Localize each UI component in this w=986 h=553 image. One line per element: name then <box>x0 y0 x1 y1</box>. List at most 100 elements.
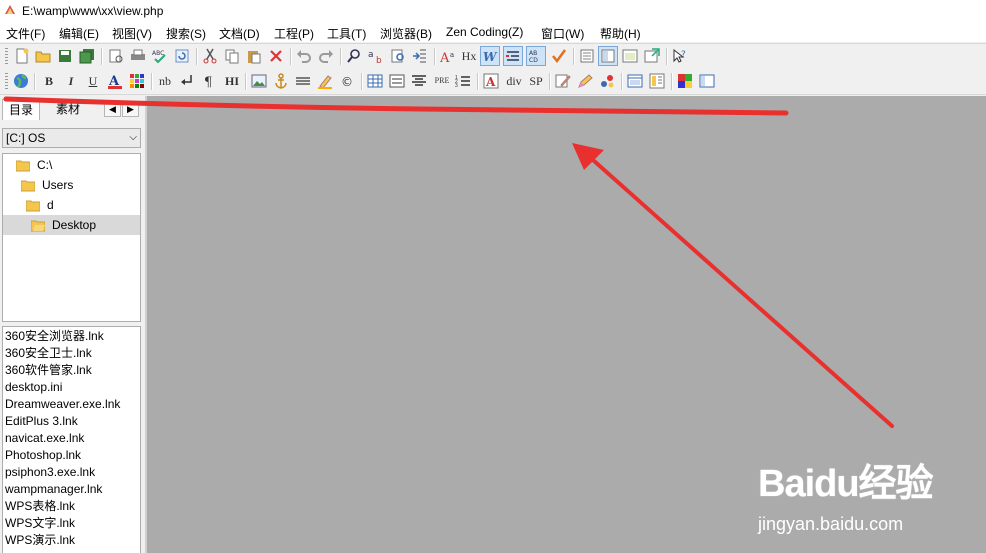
heading-button[interactable]: HI <box>221 73 243 89</box>
tree-node[interactable]: C:\ <box>16 155 136 175</box>
external-browser-icon[interactable] <box>642 46 662 66</box>
tree-node[interactable]: d <box>26 195 136 215</box>
paste-icon[interactable] <box>244 46 264 66</box>
list-item[interactable]: WPS文字.lnk <box>5 515 75 532</box>
list-item[interactable]: 360安全浏览器.lnk <box>5 328 104 345</box>
script-icon[interactable] <box>597 71 617 91</box>
list-item[interactable]: 360安全卫士.lnk <box>5 345 92 362</box>
color-picker-icon[interactable] <box>675 71 695 91</box>
check-icon[interactable] <box>549 46 569 66</box>
anchor-icon[interactable] <box>271 71 291 91</box>
bold-button[interactable]: B <box>39 73 59 89</box>
list-item[interactable]: navicat.exe.lnk <box>5 430 84 447</box>
list-item[interactable]: desktop.ini <box>5 379 62 396</box>
copy-icon[interactable] <box>222 46 242 66</box>
menu-window[interactable]: 窗口(W) <box>541 25 584 42</box>
redo-icon[interactable] <box>316 46 336 66</box>
column-marker-icon[interactable]: AB CD <box>526 46 546 66</box>
new-file-icon[interactable] <box>12 46 32 66</box>
menu-document[interactable]: 文档(D) <box>219 25 260 42</box>
font-color-icon[interactable]: A <box>105 71 125 91</box>
tree-node[interactable]: Users <box>21 175 136 195</box>
open-file-icon[interactable] <box>33 46 53 66</box>
copyright-icon[interactable]: © <box>337 71 357 91</box>
view-split-icon[interactable] <box>598 46 618 66</box>
word-wrap-icon[interactable]: W <box>480 46 500 66</box>
nbsp-button[interactable]: nb <box>155 73 175 89</box>
menu-file[interactable]: 文件(F) <box>6 25 45 42</box>
globe-icon[interactable] <box>11 71 31 91</box>
edit-style-icon[interactable] <box>553 71 573 91</box>
svg-text:A: A <box>485 75 496 89</box>
replace-icon[interactable]: ab <box>366 46 386 66</box>
spell-check-icon[interactable]: ABC <box>150 46 170 66</box>
find-icon[interactable] <box>344 46 364 66</box>
form-icon[interactable] <box>387 71 407 91</box>
print-icon[interactable] <box>128 46 148 66</box>
save-icon[interactable] <box>55 46 75 66</box>
image-icon[interactable] <box>249 71 269 91</box>
toolbar-grip[interactable] <box>5 73 8 90</box>
cut-icon[interactable] <box>200 46 220 66</box>
frame-icon[interactable] <box>625 71 645 91</box>
font-icon[interactable]: Aa <box>438 46 458 66</box>
panel-toggle-icon[interactable] <box>697 71 717 91</box>
menu-search[interactable]: 搜索(S) <box>166 25 206 42</box>
menu-edit[interactable]: 编辑(E) <box>59 25 99 42</box>
color-palette-icon[interactable] <box>127 71 147 91</box>
italic-button[interactable]: I <box>61 73 81 89</box>
center-align-icon[interactable] <box>409 71 429 91</box>
table-icon[interactable] <box>365 71 385 91</box>
list-item[interactable]: Dreamweaver.exe.lnk <box>5 396 120 413</box>
view-normal-icon[interactable] <box>577 46 597 66</box>
menu-project[interactable]: 工程(P) <box>274 25 314 42</box>
font-tag-icon[interactable]: A <box>481 71 501 91</box>
tab-directory[interactable]: 目录 <box>2 99 41 120</box>
highlight-icon[interactable] <box>315 71 335 91</box>
undo-icon[interactable] <box>294 46 314 66</box>
goto-line-icon[interactable] <box>410 46 430 66</box>
list-item[interactable]: WPS演示.lnk <box>5 532 75 549</box>
help-pointer-icon[interactable]: ? <box>670 46 690 66</box>
layout-icon[interactable] <box>647 71 667 91</box>
list-item[interactable]: WPS表格.lnk <box>5 498 75 515</box>
delete-icon[interactable] <box>266 46 286 66</box>
line-break-icon[interactable] <box>177 71 197 91</box>
tab-assets[interactable]: 素材 <box>50 99 86 119</box>
span-button[interactable]: SP <box>525 73 547 89</box>
div-button[interactable]: div <box>503 73 525 89</box>
list-item[interactable]: Photoshop.lnk <box>5 447 81 464</box>
menu-zen-coding[interactable]: Zen Coding(Z) <box>446 25 523 39</box>
menu-view[interactable]: 视图(V) <box>112 25 152 42</box>
save-all-icon[interactable] <box>77 46 97 66</box>
hx-text[interactable]: Hx <box>459 48 479 64</box>
tree-node-selected[interactable]: Desktop <box>3 215 140 235</box>
toolbar-grip[interactable] <box>5 48 8 65</box>
list-item[interactable]: wampmanager.lnk <box>5 481 102 498</box>
horizontal-rule-icon[interactable] <box>293 71 313 91</box>
list-icon[interactable]: 123 <box>453 71 473 91</box>
folder-tree: C:\ Users d Desktop <box>2 153 141 322</box>
svg-text:?: ? <box>681 50 686 60</box>
menu-help[interactable]: 帮助(H) <box>600 25 641 42</box>
browser-preview-icon[interactable] <box>620 46 640 66</box>
tree-node-label: C:\ <box>37 158 53 172</box>
print-preview-icon[interactable] <box>106 46 126 66</box>
list-item[interactable]: 360软件管家.lnk <box>5 362 92 379</box>
reload-icon[interactable] <box>172 46 192 66</box>
find-in-files-icon[interactable] <box>388 46 408 66</box>
list-item[interactable]: psiphon3.exe.lnk <box>5 464 95 481</box>
tab-scroll-left-button[interactable]: ◀ <box>104 101 121 117</box>
underline-button[interactable]: U <box>83 73 103 89</box>
pencil-icon[interactable] <box>575 71 595 91</box>
menu-browser[interactable]: 浏览器(B) <box>380 25 432 42</box>
tree-node-label: d <box>47 198 54 212</box>
window-title: E:\wamp\www\xx\view.php <box>22 4 164 18</box>
line-number-icon[interactable] <box>503 46 523 66</box>
drive-select[interactable]: [C:] OS ⌵ <box>2 128 141 148</box>
pre-button[interactable]: PRE <box>431 73 453 89</box>
menu-tools[interactable]: 工具(T) <box>327 25 366 42</box>
tab-scroll-right-button[interactable]: ▶ <box>122 101 139 117</box>
list-item[interactable]: EditPlus 3.lnk <box>5 413 78 430</box>
paragraph-icon[interactable]: ¶ <box>199 71 219 91</box>
